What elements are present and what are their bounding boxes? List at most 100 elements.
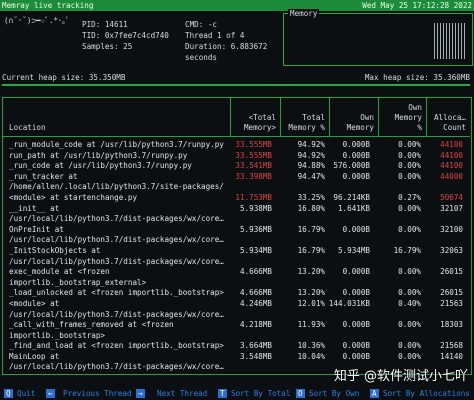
table-row[interactable]: importlib._bootstrap_external> xyxy=(3,278,471,289)
cell-allocation-count: 32063 xyxy=(440,245,463,255)
table-row[interactable]: _call_with_frames_removed at <frozen 4.21… xyxy=(3,320,471,331)
cell-total-memory: 33.555MB xyxy=(235,150,272,160)
prev-thread-key[interactable]: ← xyxy=(46,389,55,398)
cell-total-memory: 33.555MB xyxy=(235,140,272,149)
quit-key[interactable]: Q xyxy=(4,389,13,398)
sort-total-label[interactable]: Sort By Total xyxy=(231,389,290,398)
cell-location: _InitStockObjects at xyxy=(9,245,101,255)
cell-allocation-count: 21568 xyxy=(440,341,463,351)
table-row[interactable]: MainLoop at 3.548MB 10.04% 0.000B 0.00% 14140 xyxy=(3,352,471,363)
cell-total-memory-pct: 13.20% xyxy=(297,288,325,298)
cell-location: importlib._bootstrap> xyxy=(9,330,106,340)
cell-own-memory: 1.641KB xyxy=(337,203,370,213)
table-row[interactable]: /usr/local/lib/python3.7/dist-packages/w… xyxy=(3,310,471,321)
cell-own-memory: 0.000B xyxy=(342,171,370,181)
cell-own-memory-pct: 0.27% xyxy=(398,192,421,202)
cell-total-memory: 11.753MB xyxy=(235,192,272,202)
table-row[interactable]: importlib._bootstrap> xyxy=(3,331,471,342)
memory-panel-title: Memory xyxy=(288,9,320,18)
next-thread-key[interactable]: → xyxy=(136,389,145,398)
table-row[interactable]: _run_tracker at 33.398MB 94.47% 0.000B 0.00%… xyxy=(3,172,471,183)
sort-total-key[interactable]: T xyxy=(218,389,227,398)
cell-total-memory-pct: 94.92% xyxy=(297,150,325,160)
cell-total-memory-pct: 11.93% xyxy=(297,320,325,330)
col-header-allocation-count[interactable]: Alloca… Count xyxy=(426,98,470,137)
cell-own-memory-pct: 0.00% xyxy=(398,140,421,149)
table-row[interactable]: exec_module at <frozen 4.666MB 13.20% 0.000… xyxy=(3,267,471,278)
cell-own-memory: 0.000B xyxy=(342,224,370,234)
cell-own-memory-pct: 0.00% xyxy=(398,171,421,181)
cell-total-memory: 4.666MB xyxy=(239,288,272,298)
allocation-table[interactable]: Location <Total Memory> Total Memory % O… xyxy=(2,97,472,375)
heap-progress-bar xyxy=(2,84,470,86)
cmd-text: CMD: -c xyxy=(185,20,218,29)
cell-total-memory: 5.938MB xyxy=(239,203,272,213)
max-heap-size: Max heap size: 35.360MB xyxy=(364,73,470,82)
tid-text: TID: 0x7fee7c4cd740 xyxy=(82,31,169,40)
cell-allocation-count: 32100 xyxy=(440,224,463,234)
cell-total-memory: 4.218MB xyxy=(239,320,272,330)
cell-total-memory-pct: 10.36% xyxy=(297,341,325,351)
sort-alloc-key[interactable]: A xyxy=(370,389,379,398)
app-title: Memray live tracking xyxy=(2,1,94,10)
col-header-total-memory-pct[interactable]: Total Memory % xyxy=(280,98,330,137)
table-row[interactable]: <module> at startenchange.py 11.753MB 33.2… xyxy=(3,193,471,204)
prev-thread-label[interactable]: Previous Thread xyxy=(63,389,132,398)
cell-location: /usr/local/lib/python3.7/dist-packages/w… xyxy=(9,362,224,372)
cell-total-memory-pct: 10.04% xyxy=(297,351,325,361)
table-row[interactable]: _InitStockObjects at 5.934MB 16.79% 5.934MB… xyxy=(3,246,471,257)
sort-own-key[interactable]: O xyxy=(296,389,305,398)
sort-alloc-label[interactable]: Sort By Allocations xyxy=(383,389,470,398)
cell-own-memory: 0.000B xyxy=(342,341,370,351)
table-body[interactable]: _run_module_code at /usr/lib/python3.7/r… xyxy=(3,140,471,374)
table-row[interactable]: _run_code at /usr/lib/python3.7/runpy.py… xyxy=(3,161,471,172)
table-row[interactable]: <module> at 4.246MB 12.01% 144.031KB 0.40% 21… xyxy=(3,299,471,310)
col-header-location[interactable]: Location xyxy=(3,98,231,137)
cell-location: _load_unlocked at <frozen importlib._boo… xyxy=(9,288,224,298)
cell-total-memory: 33.541MB xyxy=(235,161,272,171)
cell-own-memory-pct: 0.00% xyxy=(398,224,421,234)
table-row[interactable]: __init__ at 5.938MB 16.80% 1.641KB 0.00% 3210… xyxy=(3,204,471,215)
cell-own-memory: 0.000B xyxy=(342,351,370,361)
current-heap-size: Current heap size: 35.350MB xyxy=(2,73,126,82)
table-row[interactable]: /usr/local/lib/python3.7/dist-packages/w… xyxy=(3,235,471,246)
cell-total-memory-pct: 16.79% xyxy=(297,224,325,234)
col-header-own-memory-pct[interactable]: Own Memory % xyxy=(378,98,427,137)
table-row[interactable]: _find_and_load at <frozen importlib._boo… xyxy=(3,341,471,352)
cell-total-memory: 4.666MB xyxy=(239,267,272,277)
table-row[interactable]: /usr/local/lib/python3.7/dist-packages/w… xyxy=(3,257,471,268)
table-row[interactable]: run_path at /usr/lib/python3.7/runpy.py 3… xyxy=(3,151,471,162)
cell-total-memory: 3.543MB xyxy=(240,373,272,374)
cell-location: _call_with_frames_removed at <frozen xyxy=(9,320,174,330)
cell-total-memory-pct: 12.01% xyxy=(297,298,325,308)
table-row[interactable]: /home/allen/.local/lib/python3.7/site-pa… xyxy=(3,182,471,193)
table-row[interactable]: /usr/local/lib/python3.7/dist-packages/w… xyxy=(3,214,471,225)
cell-own-memory: 0.000B xyxy=(342,320,370,330)
pid-text: PID: 14611 xyxy=(82,20,128,29)
sort-own-label[interactable]: Sort By Own xyxy=(309,389,359,398)
cell-location: MainLoop at xyxy=(9,351,60,361)
cell-location: importlib._bootstrap_external> xyxy=(9,277,147,287)
cell-allocation-count: 26015 xyxy=(440,267,463,277)
table-row[interactable]: OnPreInit at 5.936MB 16.79% 0.000B 0.00% 3210… xyxy=(3,225,471,236)
cell-own-memory: 0.000B xyxy=(342,140,370,149)
table-row[interactable]: _load_unlocked at <frozen importlib._boo… xyxy=(3,288,471,299)
cell-allocation-count: 14140 xyxy=(440,351,463,361)
cell-own-memory: 96.214KB xyxy=(333,192,370,202)
next-thread-label[interactable]: Next Thread xyxy=(157,389,207,398)
cell-own-memory-pct: 0.00% xyxy=(398,150,421,160)
memory-panel: Memory xyxy=(283,9,473,66)
cell-total-memory: 5.934MB xyxy=(239,245,272,255)
cell-own-memory-pct: 0.00% xyxy=(398,320,421,330)
cell-allocation-count: 18303 xyxy=(440,320,463,330)
app-header: Memray live tracking Wed May 25 17:12:28… xyxy=(0,0,474,11)
samples-text: Samples: 25 xyxy=(82,42,133,51)
col-header-own-memory[interactable]: Own Memory xyxy=(329,98,379,137)
cell-total-memory-pct: 16.79% xyxy=(297,245,325,255)
table-row[interactable]: _run_module_code at /usr/lib/python3.7/r… xyxy=(3,140,471,151)
watermark: 知乎 @软件测试小七吖 xyxy=(333,369,468,384)
col-header-total-memory[interactable]: <Total Memory> xyxy=(230,98,281,137)
cell-location: /home/allen/.local/lib/python3.7/site-pa… xyxy=(9,182,224,192)
quit-label[interactable]: Quit xyxy=(17,389,35,398)
cell-own-memory: 0.000B xyxy=(342,150,370,160)
